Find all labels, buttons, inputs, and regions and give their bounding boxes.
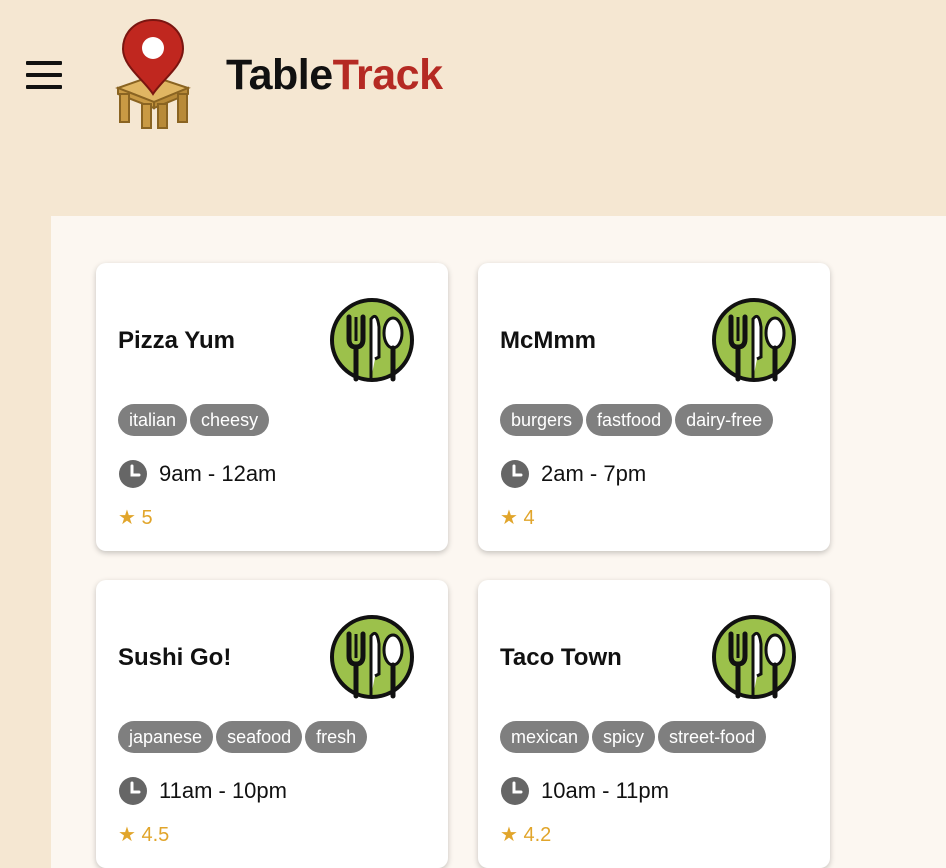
clock-icon bbox=[501, 777, 529, 805]
rating: ★ 4.5 bbox=[118, 824, 170, 846]
tag-list: japanese seafood fresh bbox=[118, 721, 368, 753]
tag[interactable]: spicy bbox=[592, 721, 656, 753]
opening-hours: 2am - 7pm bbox=[500, 459, 646, 489]
restaurant-card[interactable]: Taco Town mexican spicy street-food 10am… bbox=[478, 580, 830, 868]
opening-hours: 9am - 12am bbox=[118, 459, 276, 489]
opening-hours: 10am - 11pm bbox=[500, 776, 669, 806]
tag-list: mexican spicy street-food bbox=[500, 721, 767, 753]
tag[interactable]: italian bbox=[118, 404, 188, 436]
restaurant-card[interactable]: Pizza Yum italian cheesy 9am - 12am ★ 5 bbox=[96, 263, 448, 551]
tag[interactable]: cheesy bbox=[190, 404, 270, 436]
restaurant-grid: Pizza Yum italian cheesy 9am - 12am ★ 5 … bbox=[51, 216, 946, 868]
tag[interactable]: mexican bbox=[500, 721, 590, 753]
hours-text: 2am - 7pm bbox=[541, 461, 647, 486]
rating: ★ 5 bbox=[118, 507, 153, 529]
tag[interactable]: burgers bbox=[500, 404, 584, 436]
hamburger-menu-icon[interactable] bbox=[26, 58, 62, 94]
tag[interactable]: seafood bbox=[216, 721, 303, 753]
tag-list: burgers fastfood dairy-free bbox=[500, 404, 774, 436]
restaurant-card[interactable]: Sushi Go! japanese seafood fresh 11am - … bbox=[96, 580, 448, 868]
restaurant-name: McMmm bbox=[500, 327, 597, 354]
brand-part-table: Table bbox=[226, 51, 333, 99]
app-header: TableTrack bbox=[0, 0, 946, 216]
hours-text: 10am - 11pm bbox=[541, 778, 669, 803]
tag[interactable]: street-food bbox=[658, 721, 767, 753]
opening-hours: 11am - 10pm bbox=[118, 776, 287, 806]
rating: ★ 4.2 bbox=[500, 824, 552, 846]
tag-list: italian cheesy bbox=[118, 404, 270, 436]
rating: ★ 4 bbox=[500, 507, 535, 529]
app-title[interactable]: TableTrack bbox=[226, 50, 443, 100]
hours-text: 11am - 10pm bbox=[159, 778, 287, 803]
plate-cutlery-icon bbox=[712, 615, 796, 699]
clock-icon bbox=[119, 777, 147, 805]
tag[interactable]: fastfood bbox=[586, 404, 673, 436]
clock-icon bbox=[119, 460, 147, 488]
hours-text: 9am - 12am bbox=[159, 461, 277, 486]
restaurant-card[interactable]: McMmm burgers fastfood dairy-free 2am - … bbox=[478, 263, 830, 551]
plate-cutlery-icon bbox=[330, 615, 414, 699]
brand-part-track: Track bbox=[332, 51, 443, 99]
plate-cutlery-icon bbox=[330, 298, 414, 382]
restaurant-name: Sushi Go! bbox=[118, 644, 232, 671]
restaurant-name: Pizza Yum bbox=[118, 327, 235, 354]
clock-icon bbox=[501, 460, 529, 488]
tag[interactable]: japanese bbox=[118, 721, 214, 753]
tag[interactable]: fresh bbox=[305, 721, 368, 753]
restaurant-name: Taco Town bbox=[500, 644, 622, 671]
plate-cutlery-icon bbox=[712, 298, 796, 382]
map-pin-table-icon[interactable] bbox=[112, 18, 194, 130]
tag[interactable]: dairy-free bbox=[675, 404, 774, 436]
